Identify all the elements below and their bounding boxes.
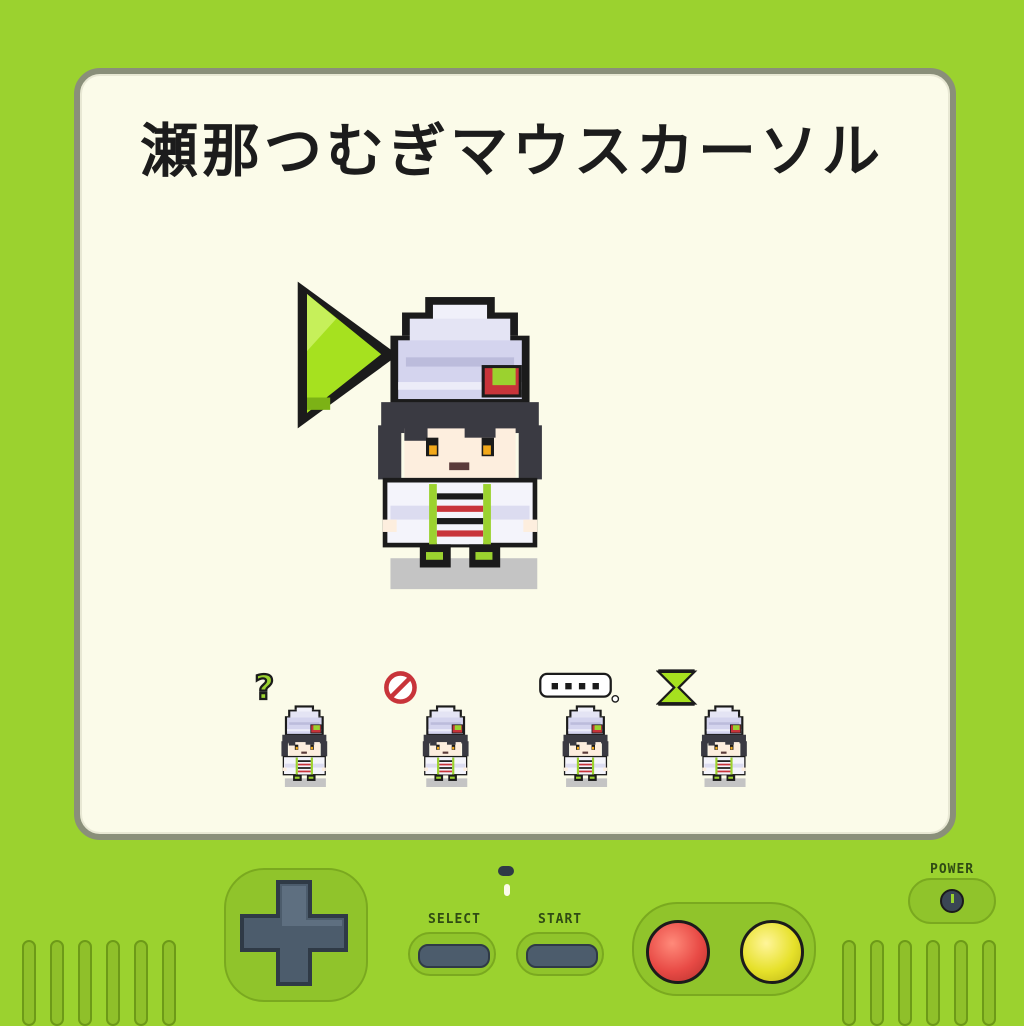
select-label: SELECT [428,912,481,927]
speech-bubble-dots-icon [539,672,620,703]
page-title: 瀬那つむぎマウスカーソル [139,117,884,185]
hourglass-icon [656,669,698,706]
select-button[interactable] [408,932,496,976]
power-icon [940,889,964,913]
dpad-button[interactable] [236,878,352,988]
main-cursor-character [297,281,542,590]
microphone-icon [498,866,514,876]
power-label: POWER [930,862,975,877]
ab-button-well [632,902,816,996]
unavailable-cursor-character [384,671,469,787]
busy-cursor-character [539,672,620,787]
power-switch[interactable] [908,878,996,924]
a-button[interactable] [646,920,710,984]
b-button[interactable] [740,920,804,984]
wait-cursor-character [656,669,747,787]
help-cursor-character: ? [253,668,328,787]
prohibited-icon [384,671,417,704]
mic-symbol-icon [504,884,510,896]
svg-text:?: ? [255,668,275,708]
start-button[interactable] [516,932,604,976]
start-label: START [538,912,583,927]
question-mark-icon: ? [253,668,275,709]
